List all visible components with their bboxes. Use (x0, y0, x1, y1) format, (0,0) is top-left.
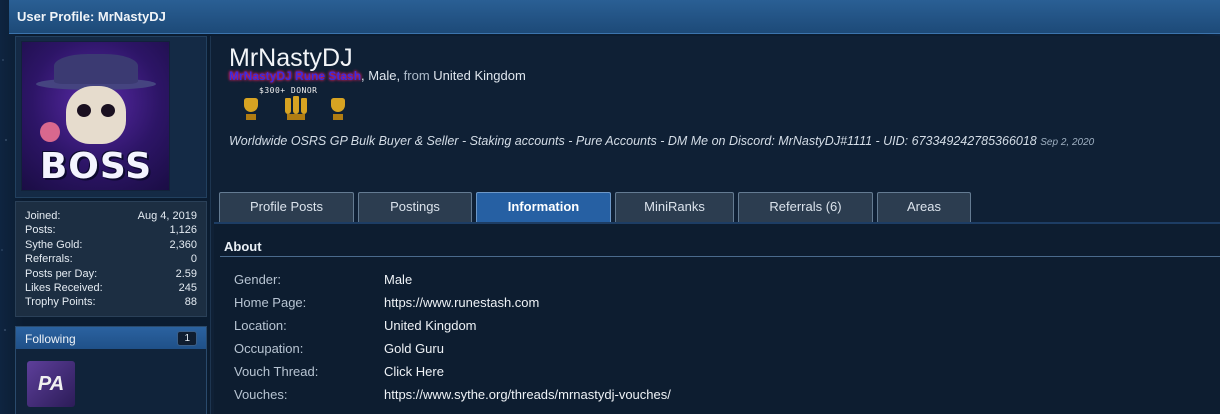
stat-label: Sythe Gold: (25, 238, 83, 251)
following-user-avatar[interactable]: PA (27, 361, 75, 407)
following-count-badge: 1 (177, 331, 197, 346)
hat (54, 54, 138, 84)
stat-value: Aug 4, 2019 (137, 210, 197, 222)
vouches-link[interactable]: https://www.sythe.org/threads/mrnastydj-… (384, 387, 671, 402)
status-message: Worldwide OSRS GP Bulk Buyer & Seller - … (229, 134, 1094, 148)
trophy-icon[interactable] (240, 96, 262, 122)
stat-label: Trophy Points: (25, 296, 96, 309)
info-row-occupation: Occupation: Gold Guru (234, 341, 444, 356)
home-page-link[interactable]: https://www.runestash.com (384, 295, 539, 310)
following-panel: Following 1 PA (15, 326, 207, 414)
stat-row: Posts per Day: 2.59 (25, 267, 197, 281)
tab-profile-posts[interactable]: Profile Posts (219, 192, 354, 222)
gender-text: , Male, (361, 68, 404, 83)
avatar[interactable]: BOSS (21, 41, 170, 191)
info-row-home-page: Home Page: https://www.runestash.com (234, 295, 539, 310)
stat-row: Sythe Gold: 2,360 (25, 238, 197, 252)
user-blurb: MrNastyDJ Rune Stash, Male, from United … (229, 68, 526, 83)
stat-value[interactable]: 1,126 (169, 223, 197, 237)
trophy-icon[interactable] (283, 96, 309, 122)
info-value: Male (384, 272, 413, 287)
stat-label: Referrals: (25, 253, 73, 266)
avatar-text: BOSS (39, 146, 153, 187)
stat-row: Posts: 1,126 (25, 223, 197, 237)
skull (66, 86, 126, 144)
status-date[interactable]: Sep 2, 2020 (1040, 137, 1094, 148)
info-label: Home Page: (234, 295, 307, 310)
tab-postings[interactable]: Postings (358, 192, 472, 222)
info-label: Location: (234, 318, 287, 333)
stat-label: Joined: (25, 210, 61, 222)
stat-value[interactable]: 88 (185, 295, 197, 309)
section-divider (220, 256, 1220, 257)
info-label: Vouch Thread: (234, 364, 319, 379)
stat-value: 0 (190, 253, 197, 266)
user-title: MrNastyDJ Rune Stash (229, 69, 362, 83)
profile-tabs: Profile Posts Postings Information MiniR… (219, 192, 975, 222)
info-label: Occupation: (234, 341, 304, 356)
vouch-thread-link[interactable]: Click Here (384, 364, 444, 379)
info-row-vouches: Vouches: https://www.sythe.org/threads/m… (234, 387, 671, 402)
skull-eye (101, 104, 115, 117)
from-text: from (403, 68, 430, 83)
trophy-icon[interactable] (327, 96, 349, 122)
info-row-vouch-thread: Vouch Thread: Click Here (234, 364, 444, 379)
stat-row: Referrals: 0 (25, 252, 197, 266)
user-stats: Joined: Aug 4, 2019 Posts: 1,126 Sythe G… (15, 201, 207, 317)
stat-row: Likes Received: 245 (25, 281, 197, 295)
stat-row: Joined: Aug 4, 2019 (25, 209, 197, 223)
tab-miniranks[interactable]: MiniRanks (615, 192, 734, 222)
tab-referrals[interactable]: Referrals (6) (738, 192, 873, 222)
rose (40, 122, 60, 142)
following-label: Following (25, 332, 76, 346)
info-label: Gender: (234, 272, 281, 287)
section-title: About (224, 239, 262, 254)
tab-areas[interactable]: Areas (877, 192, 971, 222)
skull-eye (77, 104, 91, 117)
stat-row: Trophy Points: 88 (25, 295, 197, 309)
page-title: User Profile: MrNastyDJ (9, 0, 1220, 34)
stat-label: Likes Received: (25, 282, 103, 295)
info-row-location: Location: United Kingdom (234, 318, 477, 333)
donor-badge-label: $300+ DONOR (259, 86, 318, 95)
status-text: Worldwide OSRS GP Bulk Buyer & Seller - … (229, 134, 1037, 148)
stat-label: Posts per Day: (25, 267, 98, 280)
info-row-gender: Gender: Male (234, 272, 412, 287)
stat-label: Posts: (25, 224, 56, 237)
stat-value: 2,360 (169, 238, 197, 251)
location-link[interactable]: United Kingdom (433, 68, 526, 83)
info-label: Vouches: (234, 387, 288, 402)
tab-information[interactable]: Information (476, 192, 611, 222)
stat-value: 245 (178, 282, 197, 295)
info-value: Gold Guru (384, 341, 444, 356)
following-header[interactable]: Following 1 (16, 327, 206, 349)
stat-value: 2.59 (175, 267, 197, 280)
location-value-link[interactable]: United Kingdom (384, 318, 477, 333)
